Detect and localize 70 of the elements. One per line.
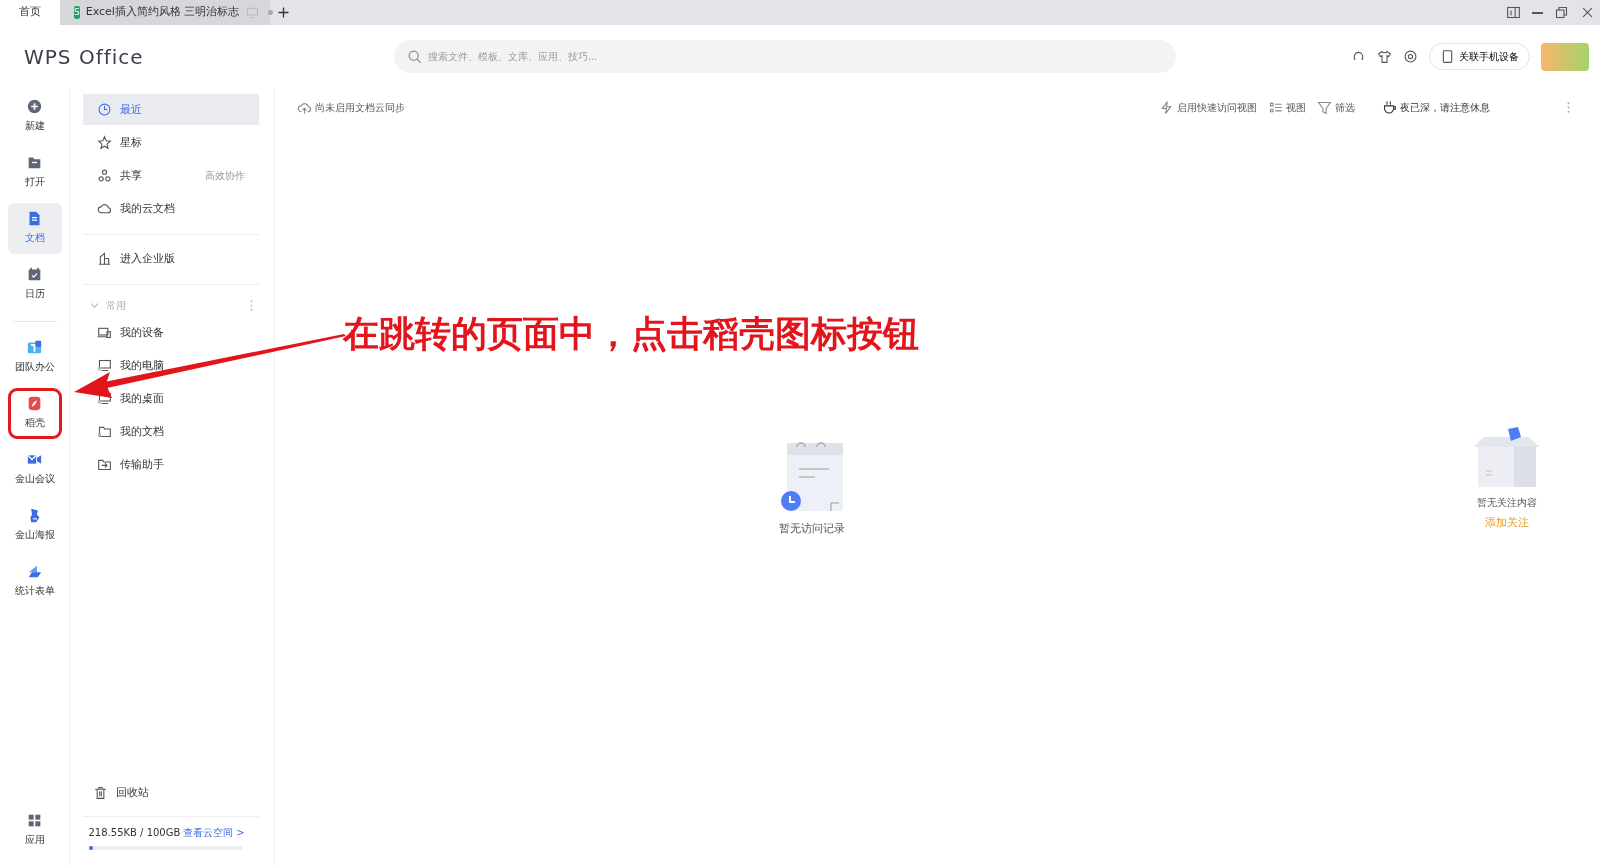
sidebar-item[interactable]: 稻壳 [7,387,62,439]
sidebar-item[interactable]: 应用 [7,804,62,855]
shirt-icon[interactable] [1377,49,1392,64]
folder-icon [97,424,112,439]
form-icon [27,564,42,580]
nav-item[interactable]: 我的设备 [83,317,259,348]
empty-state-text: 暂无关注内容 [1477,495,1537,510]
filter-icon [1316,100,1332,115]
nav-item[interactable]: 我的电脑 [83,350,259,381]
nav-item[interactable]: 我的文档 [83,416,259,447]
nav-item[interactable]: 最近 [83,94,259,125]
share-icon [97,168,112,183]
monitor-icon [97,358,112,373]
calendar-icon [27,267,42,283]
nav-item[interactable]: 回收站 [83,777,259,808]
nav-item[interactable]: 进入企业版 [83,243,259,274]
sidebar-item[interactable]: 文档 [7,202,62,254]
app-logo: WPS Office [24,43,145,71]
sidebar-item[interactable]: 团队办公 [7,331,62,383]
search-icon [407,49,422,64]
folder-arrow-icon [97,457,112,472]
sidebar-item[interactable]: 金山会议 [7,443,62,495]
nav-item[interactable]: 星标 [83,127,259,158]
panel-icon[interactable] [1505,5,1521,20]
restore-icon[interactable] [1553,5,1569,20]
nav-item[interactable]: 传输助手 [83,449,259,480]
spreadsheet-icon: S [74,6,80,19]
hint-text: 高效协作 [205,169,245,183]
settings-icon[interactable] [1403,49,1418,64]
cloud-icon [97,201,112,216]
empty-state-text: 暂无访问记录 [779,520,845,537]
phone-icon [1440,49,1455,64]
rest-notice: 夜已深，请注意休息 [1382,100,1490,115]
storage-text: 218.55KB / 100GB [88,826,181,840]
monitor-icon [245,5,261,20]
sidebar-item[interactable]: 日历 [7,258,62,310]
sidebar-item[interactable]: 统计表单 [7,555,62,607]
sync-status[interactable]: 尚未启用文档云同步 [297,100,405,115]
minimize-icon[interactable] [1531,11,1543,14]
leaf-icon [27,396,42,412]
nav-item[interactable]: 我的云文档 [83,193,259,224]
search-field[interactable]: 搜索文件、模板、文库、应用、技巧... [394,40,1176,73]
star-icon [97,135,112,150]
cup-icon [1382,100,1397,115]
toolbar-button[interactable]: 启用快速访问视图 [1158,100,1257,115]
box-illustration [1474,427,1540,489]
plus-icon [27,99,42,115]
team-icon [27,340,42,356]
clock-icon [97,102,112,117]
cloud-upload-icon [297,100,312,115]
cloud-space-link[interactable]: 查看云空间 > [183,825,245,840]
window-tab[interactable]: 首页 [0,0,60,25]
toolbar-button[interactable]: 视图 [1267,100,1306,115]
nav-item[interactable]: 共享 高效协作 [83,160,259,191]
sidebar-item[interactable]: 金山海报 [7,499,62,551]
list-icon [1267,100,1283,115]
toolbar-button[interactable]: 筛选 [1316,100,1355,115]
bolt-icon [1158,100,1174,115]
trash-icon [93,785,108,800]
annotation-text: 在跳转的页面中，点击稻壳图标按钮 [343,311,919,356]
document-icon [27,211,42,227]
sidebar-item[interactable]: 新建 [7,90,62,142]
sidebar-item[interactable]: 打开 [7,146,62,198]
building-icon [97,251,112,266]
folder-icon [27,155,42,171]
link-device-button[interactable]: 关联手机设备 [1429,43,1530,70]
grid-icon [27,812,42,828]
devices-icon [97,325,112,340]
poster-icon [27,508,42,524]
window-tab[interactable]: S Excel插入简约风格 三明治标志 [60,0,270,25]
